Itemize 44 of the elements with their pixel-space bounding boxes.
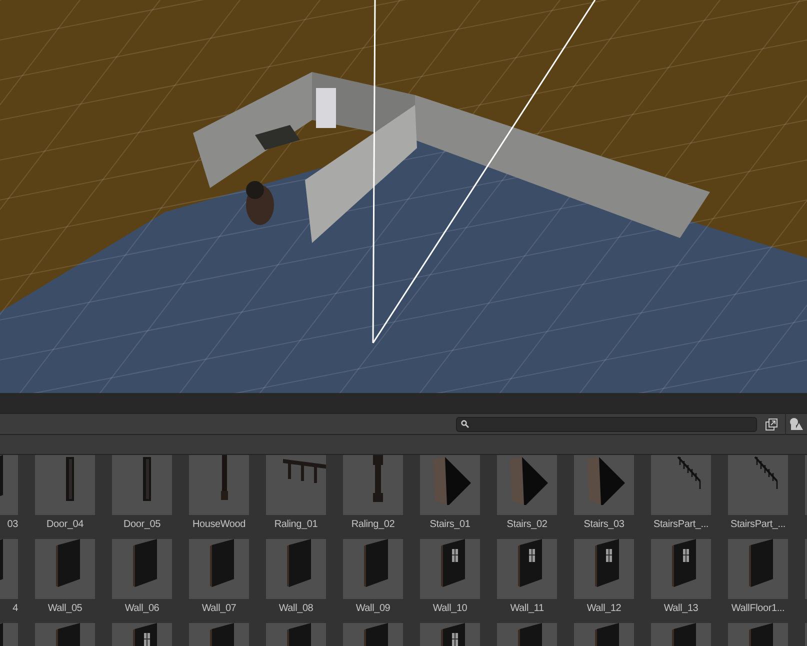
asset-tile[interactable]: 03 — [0, 455, 18, 531]
asset-tile[interactable]: Wall_13 — [651, 539, 711, 615]
asset-name: StairsPart_... — [730, 519, 786, 531]
asset-name: Wall_06 — [124, 603, 160, 615]
asset-name: Door_05 — [124, 519, 160, 531]
asset-name: HouseWood — [192, 519, 246, 531]
asset-name: 4 — [12, 603, 18, 615]
asset-tile[interactable]: Wall_07 — [189, 539, 249, 615]
asset-name: Stairs_01 — [430, 519, 470, 531]
asset-name: Wall_11 — [510, 603, 544, 615]
asset-tile[interactable]: Raling_01 — [266, 455, 326, 531]
asset-name: StairsPart_... — [654, 519, 708, 531]
asset-tile[interactable]: Wall_05 — [35, 539, 95, 615]
asset-name: Wall_09 — [356, 603, 390, 615]
asset-tile[interactable]: StairsPart_... — [728, 455, 788, 531]
asset-tile[interactable]: Wall_10 — [420, 539, 480, 615]
asset-tile[interactable]: Wall_11 — [497, 539, 557, 615]
asset-name: 03 — [7, 519, 18, 531]
asset-name: Wall_10 — [432, 603, 468, 615]
asset-name: WallFloor1... — [731, 603, 785, 615]
asset-tile[interactable]: Door_04 — [35, 455, 95, 531]
asset-name: Door_04 — [46, 519, 84, 531]
asset-tile[interactable]: Wall_06 — [112, 539, 172, 615]
asset-name: Wall_13 — [664, 603, 698, 615]
asset-name: Raling_01 — [274, 519, 318, 531]
asset-tile[interactable]: WallFloor1... — [728, 539, 788, 615]
asset-tile[interactable]: Stairs_03 — [574, 455, 634, 531]
asset-tile[interactable]: Wall_09 — [343, 539, 403, 615]
asset-tile[interactable]: Wall_08 — [266, 539, 326, 615]
asset-tile[interactable]: StairsPart_... — [651, 455, 711, 531]
asset-name: Wall_08 — [278, 603, 314, 615]
asset-tile[interactable]: HouseWood — [189, 455, 249, 531]
asset-tile[interactable]: 4 — [0, 539, 18, 615]
asset-tile[interactable]: Stairs_01 — [420, 455, 480, 531]
asset-name: Raling_02 — [351, 519, 395, 531]
asset-tile[interactable]: Raling_02 — [343, 455, 403, 531]
asset-tile[interactable]: Stairs_02 — [497, 455, 557, 531]
asset-name: Wall_07 — [202, 603, 236, 615]
asset-name: Wall_05 — [48, 603, 82, 615]
asset-name: Wall_12 — [586, 603, 622, 615]
asset-tile[interactable]: Door_05 — [112, 455, 172, 531]
asset-name: Stairs_02 — [506, 519, 548, 531]
asset-name: Stairs_03 — [584, 519, 624, 531]
asset-tile[interactable]: Wall_12 — [574, 539, 634, 615]
